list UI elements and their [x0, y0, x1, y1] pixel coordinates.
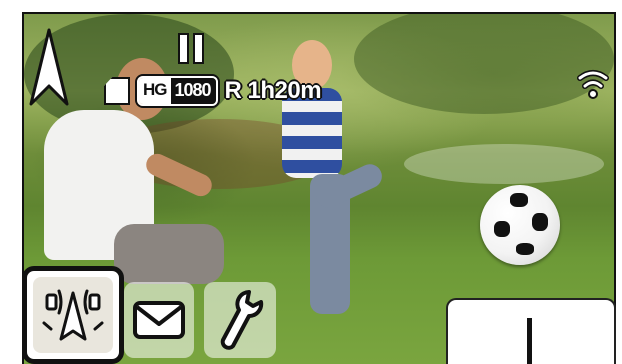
- ball-patch: [532, 213, 548, 231]
- quality-badge: HG 1080: [137, 76, 218, 106]
- sd-card-icon: [104, 77, 130, 105]
- pause-icon: [178, 33, 208, 69]
- remaining-time: R 1h20m: [224, 77, 322, 104]
- background-foliage: [354, 14, 614, 114]
- camera-screen-page: HG 1080 R 1h20m: [0, 0, 622, 364]
- wireless-camera-icon: [33, 277, 113, 353]
- father-legs: [114, 224, 224, 284]
- envelope-icon: [133, 301, 185, 339]
- quality-mode: HG: [139, 78, 171, 104]
- ball-patch: [510, 193, 528, 207]
- resolution: 1080: [170, 78, 216, 104]
- wifi-icon: [576, 64, 610, 115]
- ball-patch: [494, 221, 510, 237]
- setup-button[interactable]: [204, 282, 276, 358]
- callout-leader-line: [527, 318, 532, 364]
- background-flowerbed: [404, 144, 604, 184]
- soccer-ball: [480, 185, 560, 265]
- wrench-icon: [220, 290, 264, 350]
- message-button[interactable]: [124, 282, 194, 358]
- recording-status: HG 1080 R 1h20m: [104, 73, 322, 109]
- north-arrow-icon: [27, 26, 71, 115]
- ball-patch: [516, 243, 534, 255]
- wireless-multi-camera-button[interactable]: [22, 266, 124, 364]
